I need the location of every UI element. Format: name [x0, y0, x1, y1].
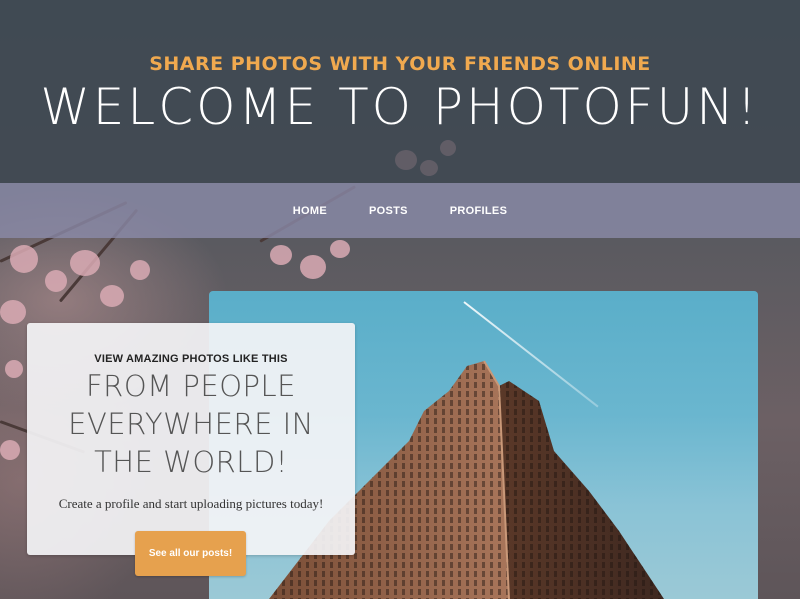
blossom [70, 250, 100, 276]
feature-heading-line: FROM PEOPLE [85, 369, 296, 403]
feature-heading-line: THE WORLD! [94, 445, 288, 479]
feature-heading-line: EVERYWHERE IN [68, 407, 314, 441]
feature-card: VIEW AMAZING PHOTOS LIKE THIS FROM PEOPL… [27, 323, 355, 576]
site-header: SHARE PHOTOS WITH YOUR FRIENDS ONLINE WE… [0, 0, 800, 183]
blossom [0, 440, 20, 460]
feature-description: Create a profile and start uploading pic… [58, 496, 324, 511]
site-title: WELCOME TO PHOTOFUN! [40, 78, 760, 136]
site-tagline: SHARE PHOTOS WITH YOUR FRIENDS ONLINE [149, 53, 651, 75]
blossom [270, 245, 292, 265]
blossom [10, 245, 38, 273]
blossom [5, 360, 23, 378]
blossom [300, 255, 326, 279]
nav-link-posts[interactable]: POSTS [348, 205, 429, 217]
feature-heading: FROM PEOPLE EVERYWHERE IN THE WORLD! [27, 367, 355, 481]
blossom [45, 270, 67, 292]
feature-eyebrow: VIEW AMAZING PHOTOS LIKE THIS [94, 353, 288, 365]
blossom [130, 260, 150, 280]
nav-link-home[interactable]: HOME [272, 205, 348, 217]
see-all-posts-button[interactable]: See all our posts! [135, 531, 246, 576]
blossom [100, 285, 124, 307]
blossom [330, 240, 350, 258]
blossom [0, 300, 26, 324]
main-nav: HOME POSTS PROFILES [0, 183, 800, 238]
nav-link-profiles[interactable]: PROFILES [429, 205, 528, 217]
